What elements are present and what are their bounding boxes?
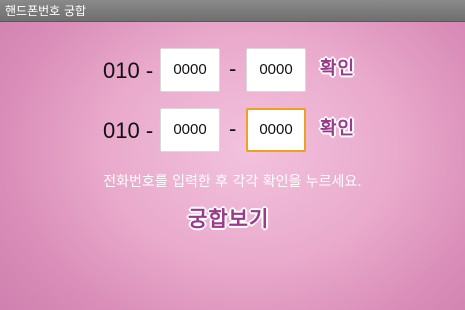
phone2-prefix: 010 - <box>103 118 154 143</box>
app-title-bar: 핸드폰번호 궁합 <box>0 0 465 22</box>
instruction-text: 전화번호를 입력한 후 각각 확인을 누르세요. <box>103 174 362 190</box>
phone2-confirm-button[interactable]: 확인 <box>320 114 355 140</box>
phone2-last-input[interactable]: 0000 <box>246 108 306 152</box>
app-title: 핸드폰번호 궁합 <box>5 4 87 18</box>
phone1-last-input[interactable]: 0000 <box>246 48 306 92</box>
phone1-prefix: 010 - <box>103 58 154 83</box>
view-compatibility-button[interactable]: 궁합보기 <box>188 203 269 233</box>
phone1-dash: - <box>229 56 237 81</box>
phone-row-2: 010 - 0000 - 0000 확인 <box>0 108 465 158</box>
phone-row-1: 010 - 0000 - 0000 확인 <box>0 48 465 98</box>
phone1-confirm-button[interactable]: 확인 <box>320 54 355 80</box>
phone2-middle-input[interactable]: 0000 <box>160 108 220 152</box>
phone1-middle-input[interactable]: 0000 <box>160 48 220 92</box>
phone2-dash: - <box>229 116 237 141</box>
